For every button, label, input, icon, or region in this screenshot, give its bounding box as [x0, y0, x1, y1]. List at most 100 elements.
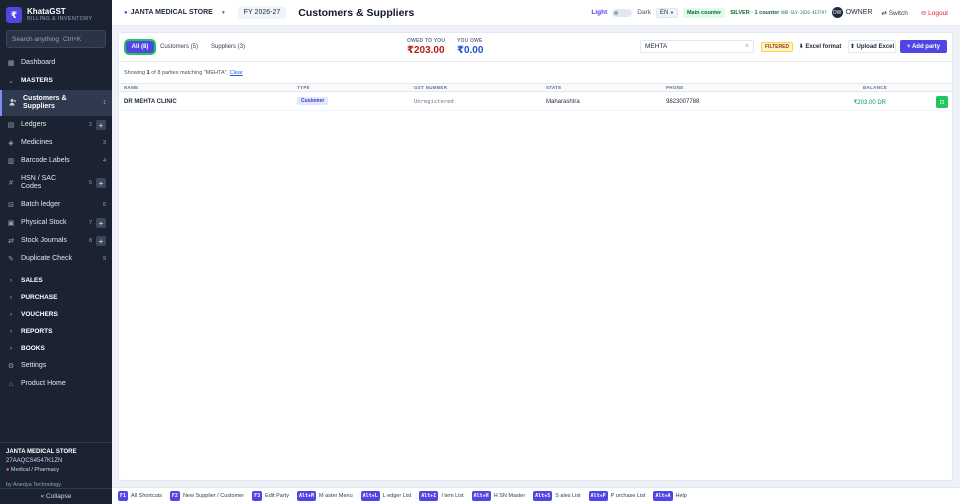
rupee-logo-icon: ₹: [6, 7, 22, 23]
upload-excel-button[interactable]: ⬆ Upload Excel: [848, 40, 896, 53]
sidebar-item-count: 9: [102, 256, 106, 262]
tab-all[interactable]: All (8): [126, 41, 154, 53]
shortcut-key[interactable]: Alt+P: [588, 491, 608, 501]
shortcut-label: L edger List: [382, 493, 412, 499]
sidebar-section-sales[interactable]: › SALES: [0, 272, 112, 289]
column-header-type[interactable]: TYPE: [297, 85, 310, 90]
sidebar-item-product-home[interactable]: ⌂ Product Home: [0, 375, 112, 393]
shortcut-key[interactable]: Alt+A: [653, 491, 673, 501]
add-party-button[interactable]: + Add party: [900, 40, 947, 53]
sidebar-item-dashboard[interactable]: ▦ Dashboard: [0, 54, 112, 72]
shortcut-label: I tem List: [441, 493, 464, 499]
sidebar-item-medicines[interactable]: ◈ Medicines 3: [0, 134, 112, 152]
clear-filter-link[interactable]: Clear: [230, 70, 243, 76]
shortcut-label: P urchase List: [610, 493, 646, 499]
shortcut-key[interactable]: Alt+S: [533, 491, 553, 501]
sidebar-search-shortcut: Ctrl+K: [62, 35, 82, 43]
brand-name: KhataGST: [27, 7, 66, 16]
sidebar-item-ledgers[interactable]: ▤ Ledgers 2 +: [0, 116, 112, 134]
add-ledger-button[interactable]: +: [96, 120, 106, 130]
add-physical-stock-button[interactable]: +: [96, 218, 106, 228]
shortcut-label: M aster Menu: [319, 493, 353, 499]
fiscal-year-selector[interactable]: FY 2026-27: [237, 6, 287, 19]
shortcut-key[interactable]: Alt+H: [471, 491, 491, 501]
shortcut-key[interactable]: Alt+M: [296, 491, 317, 501]
sidebar-section-vouchers[interactable]: › VOUCHERS: [0, 306, 112, 323]
sidebar-section-books[interactable]: › BOOKS: [0, 340, 112, 357]
add-hsn-button[interactable]: +: [96, 178, 106, 188]
users-icon: [8, 98, 18, 108]
sidebar-item-count: 4: [102, 158, 106, 164]
sidebar-section-masters[interactable]: ⌄ MASTERS: [0, 72, 112, 90]
footer-business-type: ● Medical / Pharmacy: [6, 467, 106, 473]
sidebar-section-purchase[interactable]: › PURCHASE: [0, 289, 112, 306]
column-header-gst[interactable]: GST NUMBER: [414, 85, 447, 90]
logout-button[interactable]: ⊖ Logout: [917, 7, 952, 19]
theme-light-label[interactable]: Light: [591, 9, 607, 16]
you-owe-value: ₹0.00: [457, 45, 484, 56]
owed-to-you-label: OWED TO YOU: [407, 38, 446, 44]
sidebar-section-label: SALES: [21, 276, 43, 284]
table-row[interactable]: DR MEHTA CLINIC Customer Unregistered Ma…: [119, 93, 952, 111]
excel-format-button[interactable]: ⬇ Excel format: [796, 40, 844, 53]
brand-subtitle: BILLING & INVENTORY: [27, 16, 93, 22]
open-party-icon[interactable]: ⊡: [936, 96, 948, 108]
sidebar-item-hsn-sac[interactable]: # HSN / SAC Codes 5 +: [0, 170, 112, 196]
add-stock-journal-button[interactable]: +: [96, 236, 106, 246]
shortcut-key[interactable]: F1: [118, 491, 129, 501]
shortcut-label: S ales List: [555, 493, 581, 499]
sidebar-item-barcode-labels[interactable]: ▥ Barcode Labels 4: [0, 152, 112, 170]
sidebar-item-label: Stock Journals: [21, 237, 67, 244]
shortcut-key[interactable]: F2: [169, 491, 180, 501]
shortcut-key[interactable]: Alt+I: [419, 491, 439, 501]
sidebar-item-duplicate-check[interactable]: ✎ Duplicate Check 9: [0, 250, 112, 268]
sidebar-item-physical-stock[interactable]: ▣ Physical Stock 7 +: [0, 214, 112, 232]
home-icon: ⌂: [8, 380, 14, 388]
dashboard-icon: ▦: [7, 60, 15, 67]
brand[interactable]: ₹ KhataGST BILLING & INVENTORY: [0, 0, 112, 30]
chevron-down-icon: ⌄: [8, 78, 14, 85]
sidebar-item-customers-suppliers[interactable]: Customers & Suppliers 1: [0, 90, 112, 116]
party-search-input[interactable]: [645, 43, 745, 50]
owner-menu[interactable]: OW OWNER: [831, 7, 872, 18]
sidebar-item-batch-ledger[interactable]: ⊟ Batch ledger 6: [0, 196, 112, 214]
pill-icon: ●: [6, 467, 10, 473]
shortcut-bar: F1 All Shortcuts F2 New Supplier / Custo…: [112, 487, 960, 504]
sidebar-item-settings[interactable]: ⚙ Settings: [0, 357, 112, 375]
results-summary: Showing 1 of 8 parties matching "MEHTA".…: [124, 70, 243, 76]
theme-toggle[interactable]: [612, 8, 633, 17]
theme-dark-label[interactable]: Dark: [637, 9, 651, 16]
tab-suppliers[interactable]: Suppliers (3): [209, 41, 247, 53]
column-header-state[interactable]: STATE: [546, 85, 562, 90]
switch-button[interactable]: ⇄ Switch: [877, 7, 911, 19]
shortcut-key[interactable]: F3: [252, 491, 263, 501]
sidebar-item-stock-journals[interactable]: ⇄ Stock Journals 8 +: [0, 232, 112, 250]
clear-search-icon[interactable]: ×: [745, 43, 749, 50]
sidebar-item-label: Medicines: [21, 139, 53, 146]
column-header-balance[interactable]: BALANCE: [863, 85, 887, 90]
sidebar-item-label: HSN / SAC Codes: [21, 175, 57, 190]
collapse-button[interactable]: « Collapse: [0, 488, 112, 504]
sidebar-item-count: 1: [102, 100, 106, 106]
barcode-icon: ▥: [7, 158, 15, 165]
company-selector[interactable]: ● JANTA MEDICAL STORE ▼: [120, 9, 230, 16]
owed-to-you-value: ₹203.00: [407, 45, 445, 56]
column-header-phone[interactable]: PHONE: [666, 85, 684, 90]
column-header-name[interactable]: NAME: [124, 85, 138, 90]
sidebar-search[interactable]: Search anything Ctrl+K: [6, 30, 106, 48]
party-name[interactable]: DR MEHTA CLINIC: [124, 99, 177, 105]
sidebar-nav: ▦ Dashboard ⌄ MASTERS Customers & Suppli…: [0, 54, 112, 393]
language-select[interactable]: EN ▼: [655, 7, 678, 18]
sidebar-section-reports[interactable]: › REPORTS: [0, 323, 112, 340]
chevron-down-icon: ▼: [220, 9, 226, 16]
counter-badge[interactable]: Main counter: [682, 7, 726, 18]
shortcut-key[interactable]: Alt+L: [360, 491, 380, 501]
party-type-badge: Customer: [297, 97, 329, 105]
footer-company-name: JANTA MEDICAL STORE: [6, 449, 77, 455]
shortcut-label: All Shortcuts: [131, 493, 162, 499]
license-badge: SILVER · 1 counter AND-SLV-2026-4E7F97: [730, 10, 826, 16]
you-owe-stat: YOU OWE ₹0.00: [457, 38, 483, 56]
tab-customers[interactable]: Customers (5): [159, 41, 199, 53]
sidebar-section-label: BOOKS: [21, 344, 45, 352]
company-name: JANTA MEDICAL STORE: [130, 9, 213, 16]
